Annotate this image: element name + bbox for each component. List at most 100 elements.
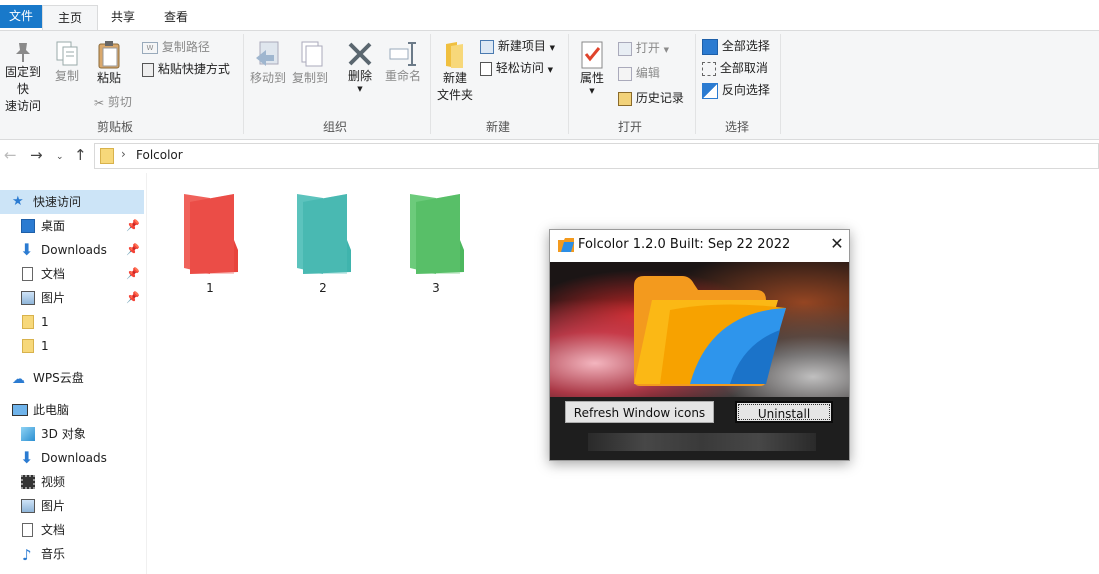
properties-button[interactable]: 属性 ▼ [573, 40, 611, 95]
easy-access-label: 轻松访问 [495, 61, 544, 75]
cube-icon [21, 427, 35, 441]
music-note-icon: ♪ [22, 546, 32, 564]
forward-arrow-icon[interactable]: → [30, 146, 43, 164]
open-dropdown-icon: ▼ [663, 46, 670, 54]
new-item-button[interactable]: 新建项目 ▼ [480, 37, 555, 57]
recent-locations-chevron-icon[interactable]: ⌄ [56, 152, 64, 162]
pin-icon: 📌 [126, 243, 140, 256]
navigation-pane: ★ 快速访问 桌面 📌 ⬇ Downloads 📌 文档 📌 图片 📌 1 1 … [0, 188, 146, 574]
group-divider [780, 34, 781, 134]
select-none-icon [702, 61, 716, 76]
cloud-icon: ☁ [12, 372, 25, 387]
nav-folder-1[interactable]: 1 [0, 334, 144, 358]
nav-pictures[interactable]: 图片 📌 [0, 286, 144, 310]
properties-label: 属性 [579, 71, 604, 85]
nav-desktop[interactable]: 桌面 📌 [0, 214, 144, 238]
dialog-title: Folcolor 1.2.0 Built: Sep 22 2022 [578, 237, 791, 252]
nav-label: 快速访问 [33, 195, 82, 209]
copy-path-button[interactable]: W 复制路径 [142, 38, 210, 56]
address-bar[interactable]: › Folcolor [94, 143, 1099, 169]
select-all-label: 全部选择 [721, 39, 770, 53]
nav-quick-access[interactable]: ★ 快速访问 [0, 190, 144, 214]
folder-icon [22, 339, 34, 353]
folder-item[interactable]: 1 [180, 190, 240, 295]
nav-label: 图片 [41, 291, 66, 305]
nav-music[interactable]: ♪ 音乐 [0, 542, 144, 566]
tab-share[interactable]: 共享 [100, 5, 146, 30]
history-icon [618, 91, 632, 106]
copy-to-button[interactable]: 复制到 [290, 40, 330, 87]
computer-icon [12, 404, 28, 416]
nav-pictures-pc[interactable]: 图片 [0, 494, 144, 518]
nav-label: Downloads [41, 451, 107, 465]
pin-icon: 📌 [126, 291, 140, 304]
pin-label-line1: 固定到快 [4, 65, 41, 96]
copy-icon [56, 41, 78, 66]
copy-label: 复制 [54, 69, 79, 83]
paste-shortcut-icon [142, 62, 154, 77]
folder-item[interactable]: 3 [406, 190, 466, 295]
address-path-segment[interactable]: Folcolor [136, 148, 183, 162]
nav-folder-1[interactable]: 1 [0, 310, 144, 334]
rename-button[interactable]: 重命名 [382, 40, 424, 85]
nav-label: 3D 对象 [41, 427, 86, 441]
invert-selection-button[interactable]: 反向选择 [702, 81, 770, 99]
folder-icon [22, 315, 34, 329]
copy-path-icon: W [142, 41, 158, 54]
new-folder-label-line1: 新建 [442, 71, 467, 85]
new-folder-button[interactable]: 新建 文件夹 [434, 40, 476, 104]
up-arrow-icon[interactable]: ↑ [74, 146, 87, 164]
pictures-icon [21, 499, 35, 513]
paste-shortcut-button[interactable]: 粘贴快捷方式 [142, 60, 230, 78]
select-none-button[interactable]: 全部取消 [702, 59, 768, 77]
pin-to-quick-access-button[interactable]: 固定到快 速访问 [0, 40, 46, 115]
refresh-window-icons-button[interactable]: Refresh Window icons [565, 401, 714, 423]
nav-downloads[interactable]: ⬇ Downloads 📌 [0, 238, 144, 262]
history-button[interactable]: 历史记录 [618, 89, 684, 107]
clipboard-icon [98, 41, 120, 69]
uninstall-button[interactable]: Uninstall [735, 401, 833, 423]
nav-documents-pc[interactable]: 文档 [0, 518, 144, 542]
tab-home[interactable]: 主页 [42, 5, 98, 32]
cut-button[interactable]: ✂ 剪切 [94, 93, 132, 112]
back-arrow-icon[interactable]: ← [4, 146, 17, 164]
group-divider [695, 34, 696, 134]
nav-videos[interactable]: 视频 [0, 470, 144, 494]
film-icon [21, 475, 35, 489]
move-to-button[interactable]: 移动到 [248, 40, 288, 87]
easy-access-button[interactable]: 轻松访问 ▼ [480, 59, 553, 79]
easy-access-icon [480, 61, 492, 76]
delete-x-icon [348, 42, 372, 66]
open-button[interactable]: 打开 ▼ [618, 39, 669, 59]
nav-this-pc[interactable]: 此电脑 [0, 398, 144, 422]
tab-file[interactable]: 文件 [0, 5, 42, 28]
nav-wps-cloud[interactable]: ☁ WPS云盘 [0, 366, 144, 390]
delete-button[interactable]: 删除 ▼ [342, 40, 378, 93]
tab-view[interactable]: 查看 [152, 5, 200, 30]
delete-label: 删除 [347, 69, 372, 83]
nav-documents[interactable]: 文档 📌 [0, 262, 144, 286]
nav-label: 1 [41, 339, 49, 353]
new-folder-icon [446, 42, 463, 68]
download-arrow-icon: ⬇ [20, 240, 34, 259]
properties-icon [581, 41, 603, 69]
select-all-button[interactable]: 全部选择 [702, 37, 770, 55]
invert-selection-label: 反向选择 [721, 83, 770, 97]
chevron-right-icon: › [121, 147, 126, 161]
nav-downloads-pc[interactable]: ⬇ Downloads [0, 446, 144, 470]
copy-button[interactable]: 复制 [50, 40, 84, 85]
folder-item[interactable]: 2 [293, 190, 353, 295]
nav-label: 桌面 [41, 219, 66, 233]
document-icon [22, 267, 33, 281]
folder-label: 3 [432, 281, 440, 295]
nav-label: Downloads [41, 243, 107, 257]
edit-button[interactable]: 编辑 [618, 64, 660, 82]
pin-icon [16, 43, 30, 62]
close-icon[interactable]: ✕ [828, 234, 846, 253]
progress-bar [588, 433, 816, 451]
group-label-clipboard: 剪贴板 [96, 120, 133, 134]
paste-button[interactable]: 粘贴 [92, 40, 126, 87]
nav-label: 图片 [41, 499, 66, 513]
nav-3d-objects[interactable]: 3D 对象 [0, 422, 144, 446]
new-folder-label-line2: 文件夹 [436, 88, 473, 102]
